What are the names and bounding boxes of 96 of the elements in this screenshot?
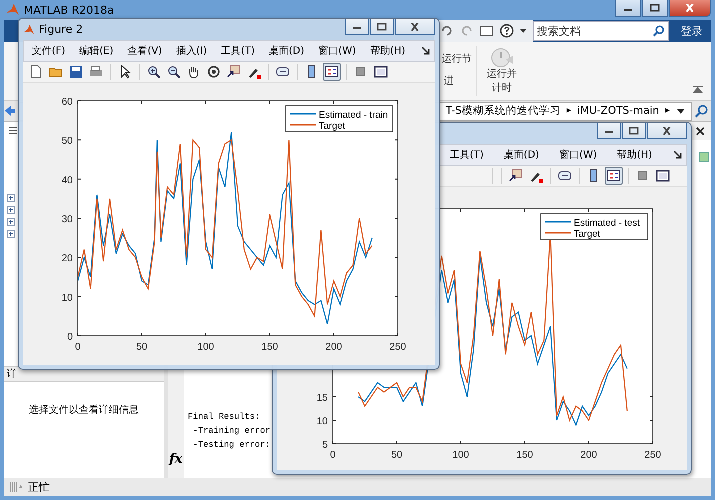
maximize-icon xyxy=(650,4,660,12)
collapse-icon[interactable] xyxy=(693,86,703,94)
dock-arrow-icon[interactable] xyxy=(422,47,430,55)
tick-label: 250 xyxy=(390,342,406,353)
output-line: Final Results: xyxy=(188,411,262,424)
menu-item[interactable]: 窗口(W) xyxy=(318,44,356,58)
menu-item[interactable]: 帮助(H) xyxy=(370,44,406,58)
tick-label: 10 xyxy=(62,292,73,304)
close-button[interactable] xyxy=(647,123,687,139)
tick-label: 30 xyxy=(62,214,73,226)
tick-label: 150 xyxy=(516,450,534,461)
matlab-logo-icon xyxy=(23,24,35,36)
close-icon xyxy=(685,4,695,12)
stopwatch-icon xyxy=(490,46,514,68)
ribbon-button[interactable]: 运行节 xyxy=(440,52,474,66)
prompt-fx: fx xyxy=(169,452,183,467)
menu-item[interactable]: 桌面(D) xyxy=(269,44,305,58)
maximize-icon xyxy=(377,22,387,30)
output-line: -Training error xyxy=(192,425,271,438)
legend-label: Target xyxy=(574,229,600,240)
legend-button[interactable] xyxy=(605,167,623,185)
menu-item[interactable]: 插入(I) xyxy=(176,44,208,58)
tick-label: 150 xyxy=(262,342,278,353)
tick-label: 50 xyxy=(391,450,403,461)
tick-label: 50 xyxy=(62,136,73,148)
menu-item[interactable]: 桌面(D) xyxy=(504,148,540,162)
path-segment[interactable]: iMU-ZOTS-main xyxy=(577,105,660,117)
ribbon-button[interactable]: 进 xyxy=(442,74,456,88)
menu-item[interactable]: 编辑(E) xyxy=(80,44,114,58)
caret-icon[interactable] xyxy=(520,28,527,34)
expand-icon[interactable] xyxy=(7,218,15,226)
window-title: Figure 2 xyxy=(39,23,84,36)
undo-icon[interactable] xyxy=(440,25,454,37)
tick-label: 15 xyxy=(316,393,328,404)
search-icon[interactable] xyxy=(653,25,665,37)
close-icon xyxy=(662,126,672,134)
tick-label: 0 xyxy=(75,342,81,353)
menu-item[interactable]: 工具(T) xyxy=(450,148,484,162)
maximize-button[interactable] xyxy=(370,19,394,35)
expand-icon[interactable] xyxy=(7,206,15,214)
expand-icon[interactable] xyxy=(7,194,15,202)
menu-item[interactable]: 查看(V) xyxy=(128,44,162,58)
tick-label: 50 xyxy=(136,342,148,353)
tick-label: 250 xyxy=(644,450,662,461)
tick-label: 60 xyxy=(62,97,73,108)
maximize-icon xyxy=(629,126,639,134)
menu-item[interactable]: 工具(T) xyxy=(221,44,256,58)
details-message: 选择文件以查看详细信息 xyxy=(29,404,139,417)
path-segment[interactable]: T-S模糊系统的迭代学习 xyxy=(446,104,561,118)
expand-icon[interactable] xyxy=(7,230,15,238)
close-icon xyxy=(410,22,420,30)
search-icon[interactable] xyxy=(695,104,709,118)
path-separator[interactable]: ▸ xyxy=(665,106,670,116)
tick-label: 5 xyxy=(322,440,328,451)
path-separator[interactable]: ▸ xyxy=(566,106,572,116)
tick-label: 10 xyxy=(316,416,328,428)
maximize-button[interactable] xyxy=(642,0,668,17)
dropdown-icon[interactable] xyxy=(677,108,685,114)
window-icon[interactable] xyxy=(480,25,494,37)
window-title: MATLAB R2018a xyxy=(24,4,114,16)
tick-label: 200 xyxy=(580,450,598,461)
tick-label: 20 xyxy=(62,254,73,265)
legend-label: Estimated - train xyxy=(319,110,388,121)
tick-label: 40 xyxy=(62,175,73,186)
output-line: -Testing error: xyxy=(192,439,271,452)
minimize-button[interactable] xyxy=(615,0,641,17)
grip-icon[interactable] xyxy=(10,482,24,492)
matlab-logo-icon xyxy=(6,3,20,17)
menu-item[interactable]: 文件(F) xyxy=(32,44,66,58)
close-button[interactable] xyxy=(395,19,435,35)
login-button[interactable]: 登录 xyxy=(669,24,711,38)
close-button[interactable] xyxy=(669,0,711,17)
tick-label: 0 xyxy=(330,450,336,461)
search-field[interactable]: 搜索文档 xyxy=(533,21,669,41)
legend-label: Target xyxy=(319,121,346,132)
list-icon[interactable] xyxy=(8,126,18,136)
maximize-button[interactable] xyxy=(622,123,646,139)
tick-label: 0 xyxy=(67,332,73,343)
menu-item[interactable]: 窗口(W) xyxy=(559,148,598,162)
minimize-button[interactable] xyxy=(345,19,369,35)
back-arrow-icon[interactable] xyxy=(4,105,16,117)
tick-label: 100 xyxy=(452,450,470,461)
rotate-icon[interactable] xyxy=(205,63,223,81)
legend-button[interactable] xyxy=(323,63,341,81)
ribbon-button[interactable]: 运行并计时 xyxy=(476,46,521,96)
tick-label: 200 xyxy=(326,342,342,353)
close-icon[interactable] xyxy=(696,126,705,136)
minimize-button[interactable] xyxy=(597,123,621,139)
tick-label: 100 xyxy=(198,342,214,353)
dock-arrow-icon[interactable] xyxy=(674,151,682,159)
help-icon[interactable] xyxy=(500,24,514,38)
save-icon[interactable] xyxy=(67,63,85,81)
legend-label: Estimated - test xyxy=(574,218,640,229)
status-text: 正忙 xyxy=(28,480,50,494)
square-icon xyxy=(699,152,709,162)
menu-item[interactable]: 帮助(H) xyxy=(617,148,652,162)
